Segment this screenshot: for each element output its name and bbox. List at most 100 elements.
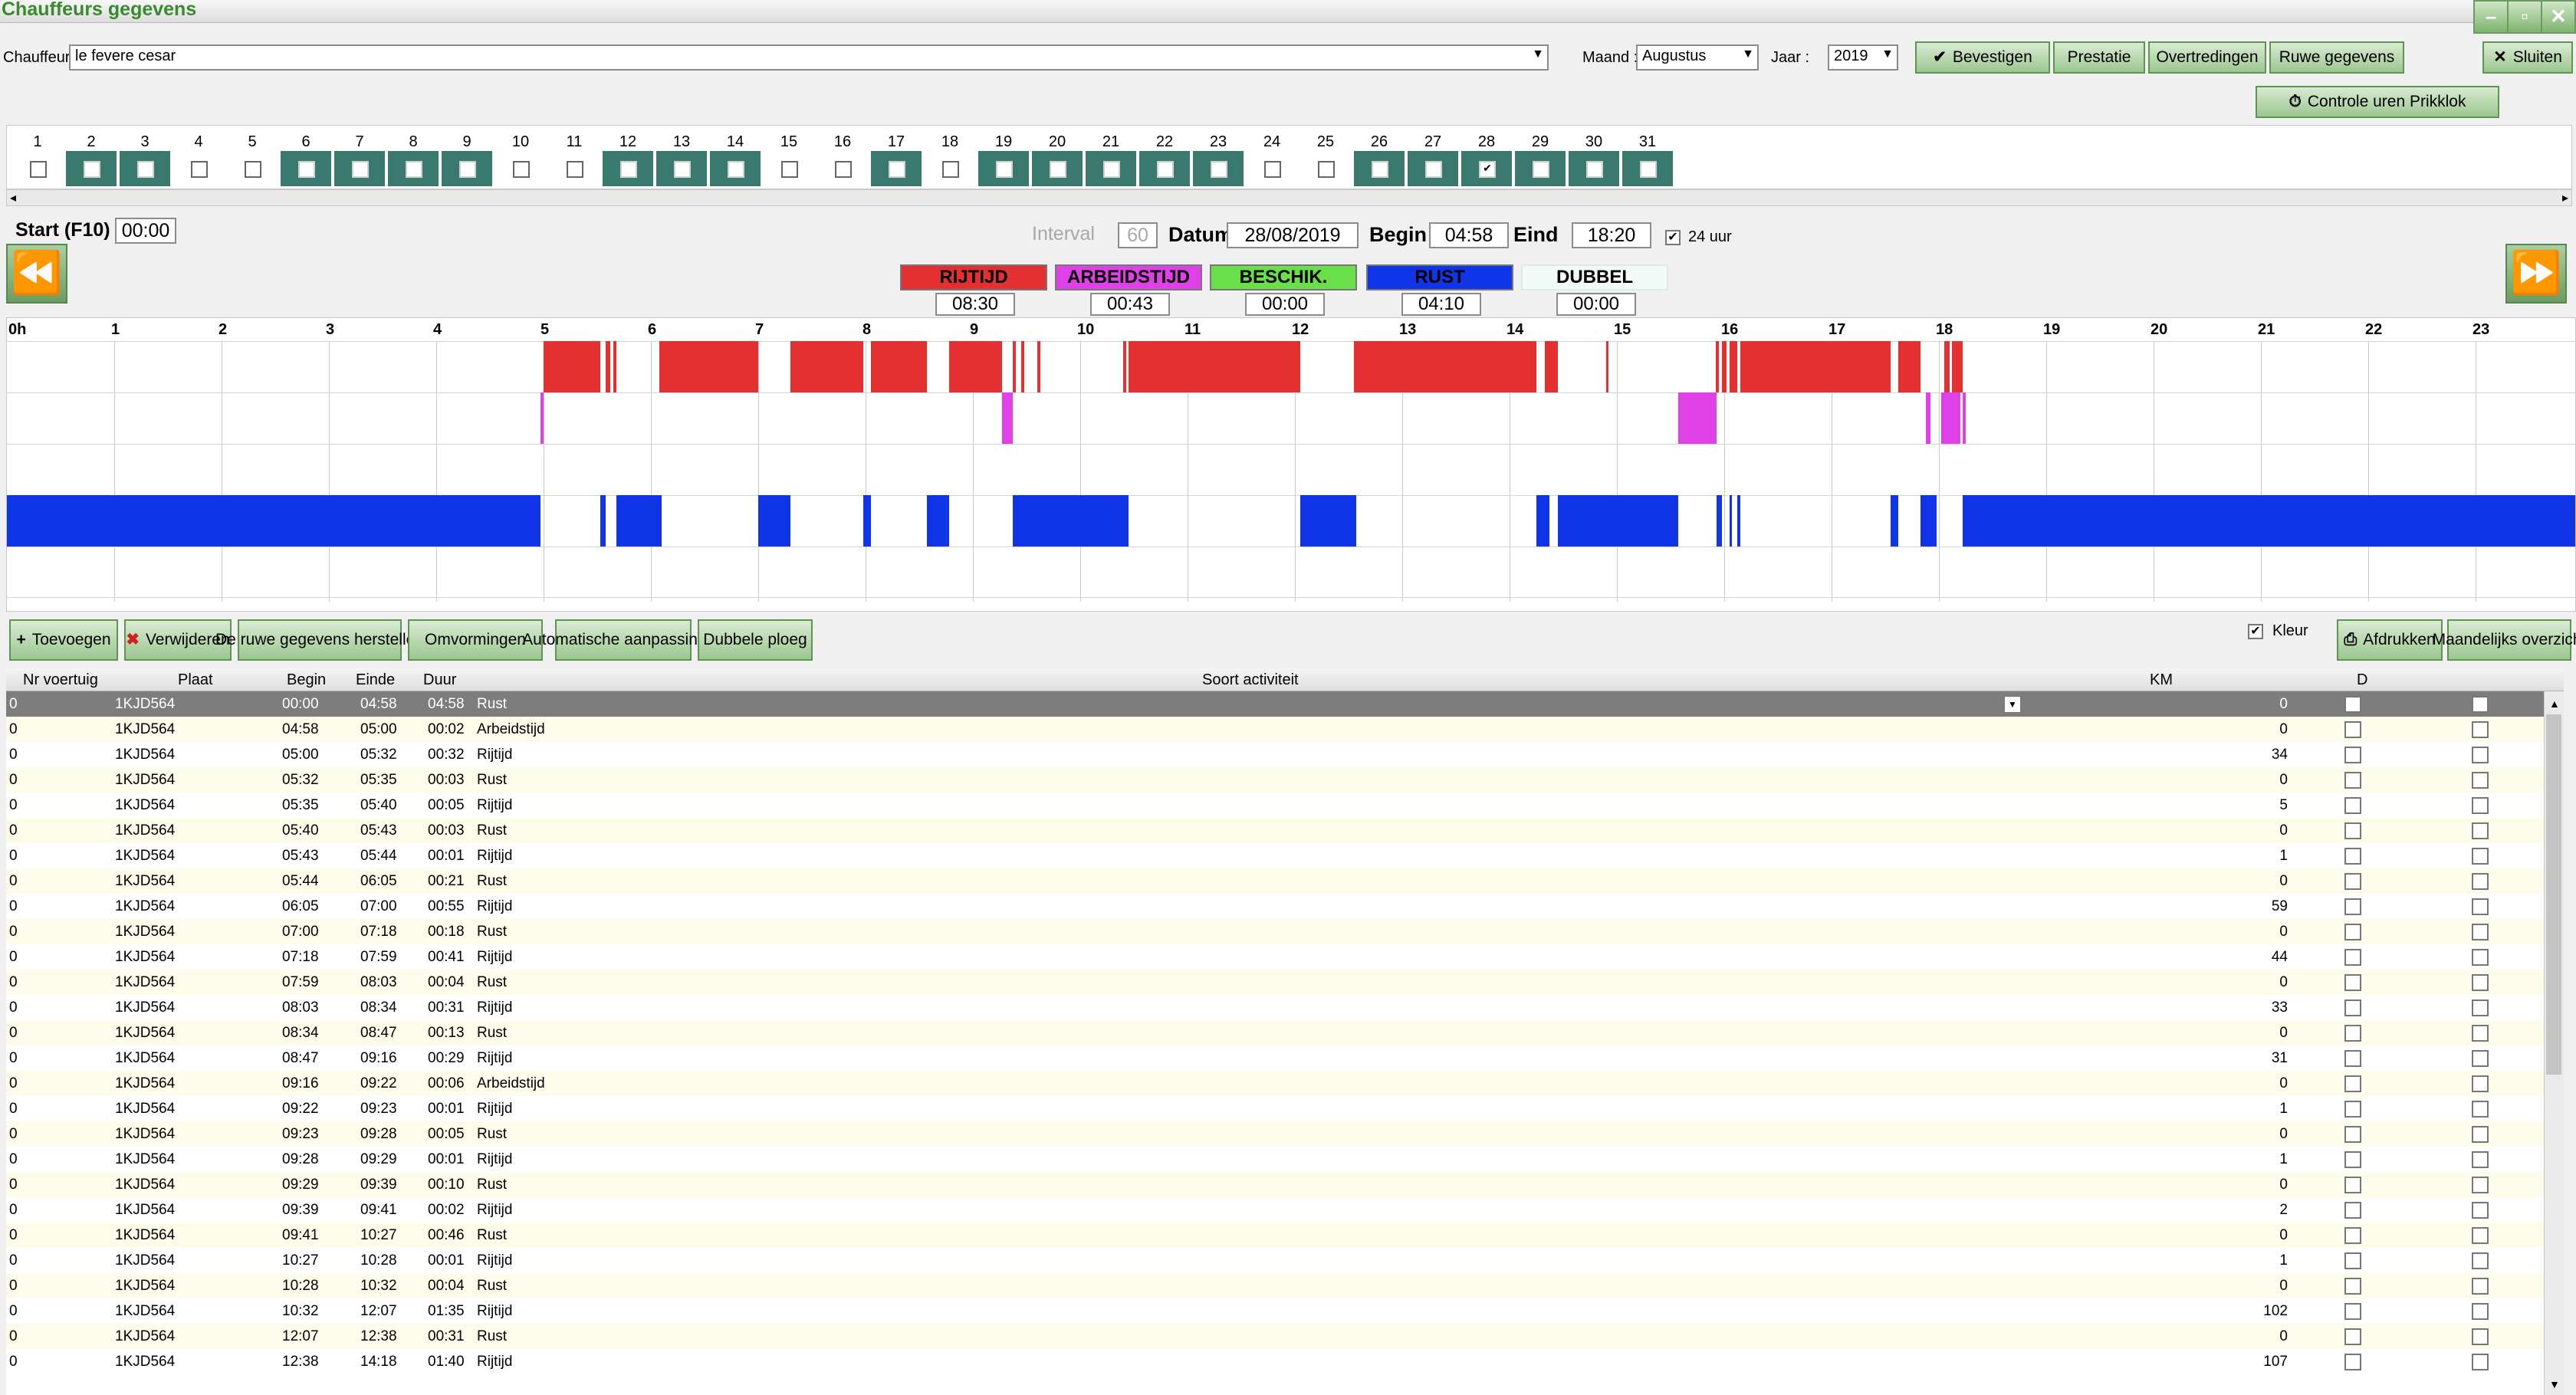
row-select-checkbox[interactable] (2472, 974, 2489, 991)
day-cell-10[interactable] (495, 151, 546, 186)
arrow-up-icon[interactable]: ▲ (2549, 698, 2560, 710)
day-cell-30[interactable] (1569, 151, 1619, 186)
start-input[interactable]: 00:00 (115, 218, 176, 244)
rest-segment[interactable] (1536, 495, 1549, 547)
row-d-checkbox[interactable] (2344, 1126, 2361, 1143)
row-select-checkbox[interactable] (2472, 1101, 2489, 1118)
drive-segment[interactable] (1740, 341, 1891, 392)
row-select-checkbox[interactable] (2472, 822, 2489, 839)
day-cell-23[interactable] (1193, 151, 1244, 186)
day-checkbox[interactable] (781, 161, 798, 178)
day-cell-26[interactable] (1354, 151, 1405, 186)
row-d-checkbox[interactable] (2344, 1025, 2361, 1042)
table-row[interactable]: 0 1KJD564 05:43 05:44 00:01 Rijtijd 1 (6, 843, 2544, 868)
table-row[interactable]: 0 1KJD564 00:00 04:58 04:58 Rust 0 ▼ (6, 691, 2544, 717)
table-row[interactable]: 0 1KJD564 07:00 07:18 00:18 Rust 0 (6, 919, 2544, 944)
work-segment[interactable] (1962, 392, 1966, 444)
automatische-aanpassingen-button[interactable]: Automatische aanpassingen (522, 619, 724, 661)
row-d-checkbox[interactable] (2344, 1278, 2361, 1295)
table-row[interactable]: 0 1KJD564 10:28 10:32 00:04 Rust 0 (6, 1273, 2544, 1298)
day-checkbox[interactable] (674, 161, 691, 178)
rest-segment[interactable] (1737, 495, 1740, 547)
row-d-checkbox[interactable] (2344, 1050, 2361, 1067)
row-select-checkbox[interactable] (2472, 924, 2489, 940)
day-cell-28[interactable]: ✔ (1461, 151, 1512, 186)
day-cell-25[interactable] (1300, 151, 1351, 186)
maand-select[interactable]: Augustus ▼ (1636, 44, 1759, 71)
row-d-checkbox[interactable] (2344, 1303, 2361, 1320)
day-checkbox[interactable] (459, 161, 476, 178)
drive-segment[interactable] (613, 341, 617, 392)
table-row[interactable]: 0 1KJD564 08:34 08:47 00:13 Rust 0 (6, 1020, 2544, 1045)
day-checkbox[interactable] (1640, 161, 1657, 178)
day-checkbox[interactable] (1425, 161, 1442, 178)
row-d-checkbox[interactable] (2344, 772, 2361, 789)
day-cell-21[interactable] (1086, 151, 1136, 186)
day-checkbox[interactable] (1372, 161, 1388, 178)
day-checkbox[interactable] (1586, 161, 1603, 178)
day-checkbox[interactable] (889, 161, 905, 178)
table-row[interactable]: 0 1KJD564 09:41 10:27 00:46 Rust 0 (6, 1223, 2544, 1248)
drive-segment[interactable] (1898, 341, 1921, 392)
day-checkbox[interactable] (728, 161, 744, 178)
table-row[interactable]: 0 1KJD564 12:07 12:38 00:31 Rust 0 (6, 1324, 2544, 1349)
header-plaat[interactable]: Plaat (178, 671, 213, 689)
drive-segment[interactable] (1354, 341, 1536, 392)
drive-segment[interactable] (1951, 341, 1963, 392)
scrollbar-thumb[interactable] (2546, 714, 2561, 1075)
table-row[interactable]: 0 1KJD564 07:18 07:59 00:41 Rijtijd 44 (6, 944, 2544, 970)
row-d-checkbox[interactable] (2344, 1151, 2361, 1168)
day-cell-11[interactable] (549, 151, 600, 186)
day-checkbox[interactable] (942, 161, 959, 178)
row-d-checkbox[interactable] (2344, 1252, 2361, 1269)
rest-segment[interactable] (1012, 495, 1043, 547)
prestatie-button[interactable]: Prestatie (2053, 41, 2145, 74)
table-row[interactable]: 0 1KJD564 12:38 14:18 01:40 Rijtijd 107 (6, 1349, 2544, 1374)
row-d-checkbox[interactable] (2344, 696, 2361, 713)
day-cell-15[interactable] (764, 151, 814, 186)
jaar-select[interactable]: 2019 ▼ (1828, 44, 1898, 71)
day-cell-12[interactable] (603, 151, 653, 186)
day-checkbox[interactable] (620, 161, 637, 178)
datum-input[interactable]: 28/08/2019 (1227, 222, 1359, 248)
day-checkbox[interactable] (245, 161, 261, 178)
rest-segment[interactable] (1300, 495, 1356, 547)
drive-segment[interactable] (1123, 341, 1127, 392)
table-scrollbar[interactable]: ▲ ▼ (2544, 691, 2564, 1395)
drive-segment[interactable] (1021, 341, 1025, 392)
work-segment[interactable] (1677, 392, 1717, 444)
row-select-checkbox[interactable] (2472, 1202, 2489, 1219)
row-select-checkbox[interactable] (2472, 1278, 2489, 1295)
day-checkbox[interactable] (1211, 161, 1227, 178)
drive-segment[interactable] (1944, 341, 1950, 392)
table-row[interactable]: 0 1KJD564 10:32 12:07 01:35 Rijtijd 102 (6, 1298, 2544, 1324)
row-d-checkbox[interactable] (2344, 1075, 2361, 1092)
table-row[interactable]: 0 1KJD564 10:27 10:28 00:01 Rijtijd 1 (6, 1248, 2544, 1273)
row-d-checkbox[interactable] (2344, 848, 2361, 865)
afdrukken-button[interactable]: ⎙ Afdrukken (2337, 619, 2443, 661)
row-select-checkbox[interactable] (2472, 797, 2489, 814)
maximize-icon[interactable]: ▫ (2507, 0, 2542, 34)
day-cell-19[interactable] (978, 151, 1029, 186)
drive-segment[interactable] (1722, 341, 1727, 392)
day-checkbox[interactable] (835, 161, 852, 178)
row-select-checkbox[interactable] (2472, 1126, 2489, 1143)
day-scrollbar[interactable]: ◂ ▸ (6, 189, 2572, 206)
chevron-down-icon[interactable]: ▼ (2004, 696, 2021, 713)
arrow-down-icon[interactable]: ▼ (2549, 1378, 2560, 1390)
drive-segment[interactable] (1037, 341, 1041, 392)
day-cell-14[interactable] (710, 151, 761, 186)
day-cell-6[interactable] (281, 151, 331, 186)
previous-day-icon[interactable]: ⏪ (6, 244, 67, 304)
row-select-checkbox[interactable] (2472, 1151, 2489, 1168)
row-select-checkbox[interactable] (2472, 1227, 2489, 1244)
row-d-checkbox[interactable] (2344, 721, 2361, 738)
drive-segment[interactable] (544, 341, 601, 392)
table-row[interactable]: 0 1KJD564 08:03 08:34 00:31 Rijtijd 33 (6, 995, 2544, 1020)
day-cell-29[interactable] (1515, 151, 1566, 186)
table-row[interactable]: 0 1KJD564 05:32 05:35 00:03 Rust 0 (6, 767, 2544, 793)
header-d[interactable]: D (2357, 671, 2367, 689)
row-select-checkbox[interactable] (2472, 1025, 2489, 1042)
drive-segment[interactable] (606, 341, 610, 392)
drive-segment[interactable] (871, 341, 927, 392)
